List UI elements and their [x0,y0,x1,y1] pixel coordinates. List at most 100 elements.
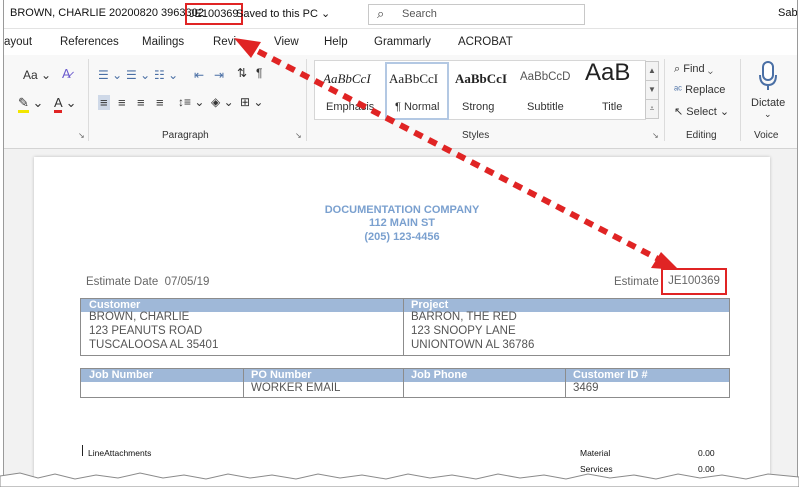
tab-review[interactable]: Revi [213,36,236,48]
document-canvas: DOCUMENTATION COMPANY 112 MAIN ST (205) … [4,149,797,478]
po-number-header: PO Number [251,369,312,381]
customer-street: 123 PEANUTS ROAD [89,325,203,337]
document-page[interactable]: DOCUMENTATION COMPANY 112 MAIN ST (205) … [34,157,770,478]
material-value: 0.00 [698,448,715,458]
select-button[interactable]: ↖ Select ⌄ [674,105,729,118]
find-button[interactable]: ⌕ Find ⌄ [674,63,713,76]
customer-city: TUSCALOOSA AL 35401 [89,339,219,351]
column-divider [565,369,566,397]
project-street: 123 SNOOPY LANE [411,325,516,337]
project-name: BARRON, THE RED [411,311,517,323]
dictate-button[interactable]: Dictate ⌄ [746,59,790,123]
styles-more-icon[interactable]: ⩡ [645,99,659,119]
column-divider [403,299,404,355]
select-label: Select [686,106,717,118]
decrease-indent-icon[interactable]: ⇤ [194,68,204,82]
ribbon-divider [740,59,741,141]
tab-grammarly[interactable]: Grammarly [374,36,431,48]
style-emphasis-sample[interactable]: AaBbCcI [323,71,371,87]
torn-edge [0,472,799,487]
line-attachments-label: LineAttachments [88,448,152,458]
find-label: Find [683,63,705,75]
word-window: BROWN, CHARLIE 20200820 3963302 JE100369… [3,0,798,478]
replace-label: Replace [685,84,726,96]
font-color-icon[interactable]: A ⌄ [54,95,76,113]
numbering-icon[interactable]: ☰ ⌄ [126,68,150,82]
style-emphasis-name[interactable]: Emphasis [326,101,374,113]
voice-group-label: Voice [754,130,779,141]
change-case-button[interactable]: Aa ⌄ [23,68,51,82]
document-title-estimate-id: JE100369 [185,3,243,25]
show-marks-icon[interactable]: ¶ [256,66,262,80]
style-normal-sample[interactable]: AaBbCcI [389,71,438,87]
save-status-label: Saved to this PC [236,8,318,20]
company-address: 112 MAIN ST [368,217,436,229]
clear-formatting-icon[interactable]: A̷ [62,66,71,81]
customer-id-value: 3469 [573,382,599,394]
tab-mailings[interactable]: Mailings [142,36,184,48]
shading-icon[interactable]: ◈ ⌄ [211,95,234,109]
paragraph-dialog-launcher-icon[interactable]: ↘ [295,131,302,140]
material-label: Material [580,448,611,458]
company-name: DOCUMENTATION COMPANY [324,204,480,216]
estimate-number: JE100369 [661,268,727,295]
sort-icon[interactable]: ⇅ [237,66,247,80]
tab-layout[interactable]: ayout [4,36,32,48]
ribbon-tabs: ayout References Mailings Revi View Help… [4,29,797,55]
dictate-label: Dictate [751,97,786,109]
style-title-name[interactable]: Title [602,101,622,113]
style-subtitle-sample[interactable]: AaBbCcD [520,71,571,83]
align-center-icon[interactable]: ≡ [118,95,126,110]
styles-scroll-up-icon[interactable]: ▲ [645,61,659,81]
tab-view[interactable]: View [274,36,299,48]
document-title: BROWN, CHARLIE 20200820 3963302 [10,7,204,19]
user-name[interactable]: Sab [778,7,797,19]
text-cursor [82,445,83,456]
customer-name: BROWN, CHARLIE [89,311,190,323]
job-phone-header: Job Phone [411,369,468,381]
po-number-value: WORKER EMAIL [251,382,341,394]
align-right-icon[interactable]: ≡ [137,95,145,110]
customer-id-header: Customer ID # [573,369,648,381]
change-case-label: Aa [23,68,38,82]
tab-acrobat[interactable]: ACROBAT [458,36,513,48]
borders-icon[interactable]: ⊞ ⌄ [240,95,263,109]
column-divider [403,369,404,397]
job-details-table: Job Number PO Number Job Phone Customer … [80,368,730,398]
paragraph-group-label: Paragraph [162,130,209,141]
replace-button[interactable]: ᵃᶜ Replace [674,84,725,96]
editing-group-label: Editing [686,130,717,141]
search-box[interactable]: ⌕ Search [368,4,585,25]
tab-references[interactable]: References [60,36,119,48]
styles-dialog-launcher-icon[interactable]: ↘ [652,131,659,140]
styles-scroll-down-icon[interactable]: ▼ [645,80,659,100]
chevron-down-icon: ⌄ [764,109,772,119]
styles-group-label: Styles [462,130,490,141]
style-strong-sample[interactable]: AaBbCcI [455,71,507,87]
save-status-dropdown[interactable]: Saved to this PC ⌄ [236,7,330,20]
highlight-color-icon[interactable]: ✎ ⌄ [18,95,43,113]
increase-indent-icon[interactable]: ⇥ [214,68,224,82]
ribbon-divider [306,59,307,141]
cursor-arrow-icon: ↖ [674,106,684,118]
ribbon-divider [664,59,665,141]
project-city: UNIONTOWN AL 36786 [411,339,535,351]
tab-help[interactable]: Help [324,36,348,48]
ribbon-divider [88,59,89,141]
estimate-date-value: 07/05/19 [164,276,210,288]
bullets-icon[interactable]: ☰ ⌄ [98,68,122,82]
align-left-icon[interactable]: ≡ [98,95,110,110]
style-strong-name[interactable]: Strong [462,101,494,113]
style-normal-name[interactable]: ¶ Normal [395,101,439,113]
style-title-sample[interactable]: AaB [585,59,630,87]
company-phone: (205) 123-4456 [364,231,440,243]
replace-icon: ᵃᶜ [674,84,682,96]
style-subtitle-name[interactable]: Subtitle [527,101,564,113]
microphone-icon [759,61,777,90]
multilevel-list-icon[interactable]: ☷ ⌄ [154,68,178,82]
column-divider [243,369,244,397]
justify-icon[interactable]: ≡ [156,95,164,110]
chevron-down-icon: ⌄ [321,8,331,20]
line-spacing-icon[interactable]: ↕≡ ⌄ [178,95,204,109]
font-dialog-launcher-icon[interactable]: ↘ [78,131,85,140]
